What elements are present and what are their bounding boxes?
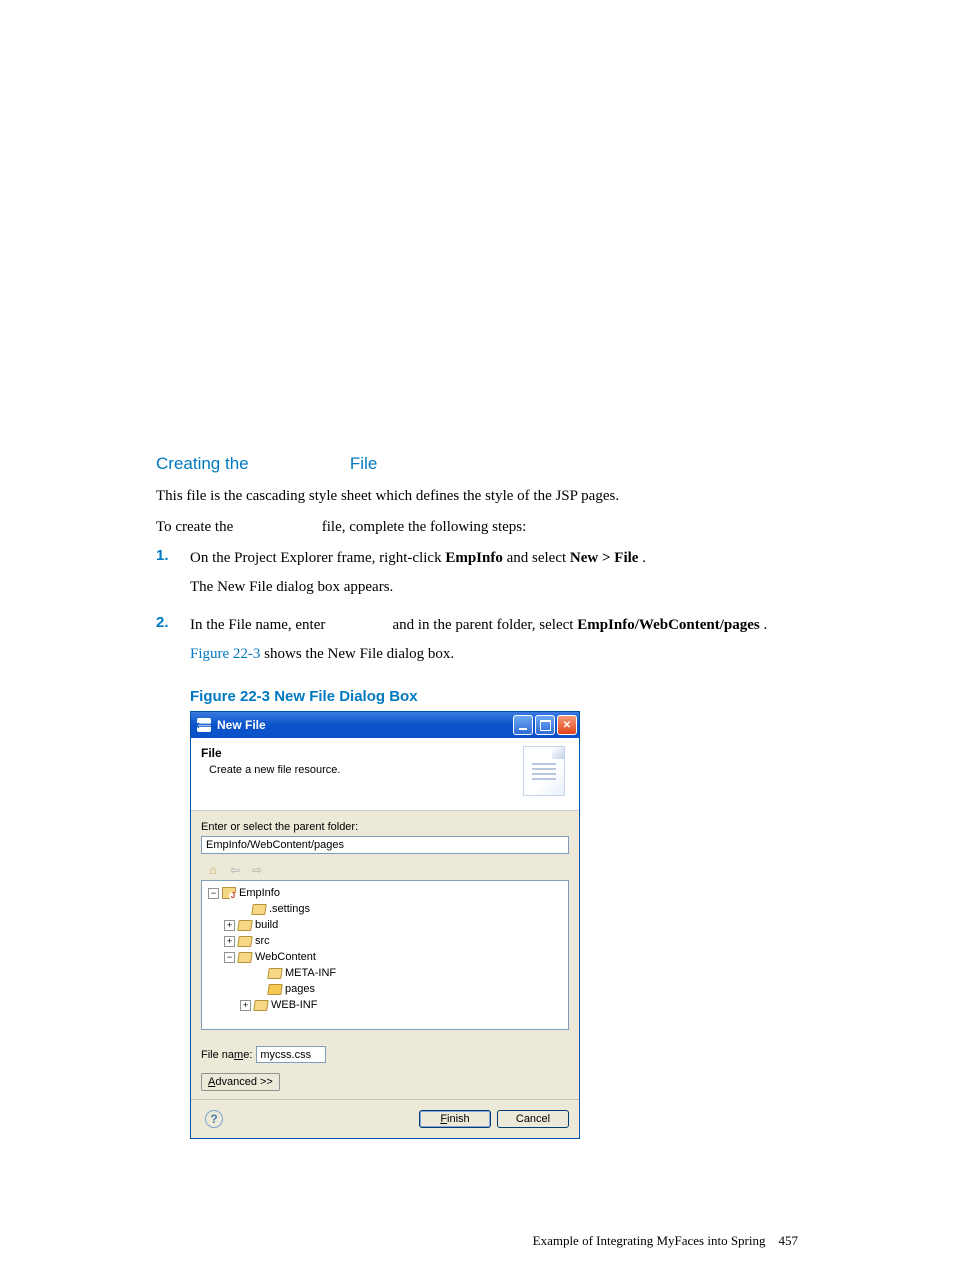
file-name-label: File name: [201, 1049, 252, 1061]
steps-list: 1. On the Project Explorer frame, right-… [156, 547, 796, 672]
step-2: 2. In the File name, enter mycss.css and… [156, 614, 796, 673]
expand-icon[interactable]: + [224, 936, 235, 947]
forward-icon[interactable]: ⇨ [249, 862, 265, 878]
tree-node-empinfo[interactable]: − EmpInfo [204, 885, 566, 901]
folder-icon [267, 968, 283, 979]
tree-node-webcontent[interactable]: − WebContent [204, 949, 566, 965]
step-number: 2. [156, 614, 190, 673]
tree-node-src[interactable]: + src [204, 933, 566, 949]
parent-folder-input[interactable] [201, 836, 569, 854]
eclipse-icon: ⟸ [197, 718, 211, 732]
heading-pre: Creating the [156, 454, 253, 473]
tree-node-webinf[interactable]: + WEB-INF [204, 997, 566, 1013]
back-icon[interactable]: ⇦ [227, 862, 243, 878]
dialog-banner: File Create a new file resource. [191, 738, 579, 811]
maximize-button[interactable] [535, 715, 555, 735]
file-name-input[interactable] [256, 1046, 326, 1063]
home-icon[interactable]: ⌂ [205, 862, 221, 878]
section-heading: Creating the mycss.css File [156, 454, 796, 475]
project-icon [222, 887, 236, 899]
collapse-icon[interactable]: − [208, 888, 219, 899]
step-2-line-1: In the File name, enter mycss.css and in… [190, 614, 796, 637]
page-footer: Example of Integrating MyFaces into Spri… [533, 1233, 798, 1249]
file-icon [523, 746, 565, 796]
titlebar[interactable]: ⟸ New File ✕ [191, 712, 579, 738]
heading-post: File [350, 454, 377, 473]
expand-icon[interactable]: + [224, 920, 235, 931]
step-2-line-2: Figure 22-3 shows the New File dialog bo… [190, 643, 796, 666]
folder-icon [237, 936, 253, 947]
tree-node-build[interactable]: + build [204, 917, 566, 933]
tree-node-pages[interactable]: pages [204, 981, 566, 997]
folder-icon [251, 904, 267, 915]
close-button[interactable]: ✕ [557, 715, 577, 735]
page-number: 457 [779, 1233, 799, 1248]
cancel-button[interactable]: Cancel [497, 1110, 569, 1128]
folder-icon [237, 952, 253, 963]
parent-folder-label: Enter or select the parent folder: [201, 821, 569, 833]
minimize-button[interactable] [513, 715, 533, 735]
expand-icon[interactable]: + [240, 1000, 251, 1011]
tree-node-settings[interactable]: .settings [204, 901, 566, 917]
new-file-dialog: ⟸ New File ✕ File Create a new file reso… [190, 711, 580, 1139]
step-1-line-2: The New File dialog box appears. [190, 576, 796, 599]
advanced-button[interactable]: Advanced >> [201, 1073, 280, 1091]
window-title: New File [217, 718, 513, 732]
folder-tree[interactable]: − EmpInfo .settings + build + s [201, 880, 569, 1030]
figure-caption: Figure 22-3 New File Dialog Box [190, 688, 796, 705]
collapse-icon[interactable]: − [224, 952, 235, 963]
step-1-line-1: On the Project Explorer frame, right-cli… [190, 547, 796, 570]
step-number: 1. [156, 547, 190, 606]
folder-icon [237, 920, 253, 931]
step-1: 1. On the Project Explorer frame, right-… [156, 547, 796, 606]
intro-text: This file is the cascading style sheet w… [156, 485, 796, 508]
figure-link[interactable]: Figure 22-3 [190, 646, 260, 662]
folder-icon [253, 1000, 269, 1011]
folder-icon [267, 984, 283, 995]
banner-description: Create a new file resource. [201, 764, 340, 776]
to-create-text: To create the mycss.css file, complete t… [156, 516, 796, 540]
tree-nav-icons: ⌂ ⇦ ⇨ [201, 860, 569, 880]
banner-title: File [201, 746, 340, 760]
tree-node-metainf[interactable]: META-INF [204, 965, 566, 981]
finish-button[interactable]: Finish [419, 1110, 491, 1128]
help-icon[interactable]: ? [205, 1110, 223, 1128]
